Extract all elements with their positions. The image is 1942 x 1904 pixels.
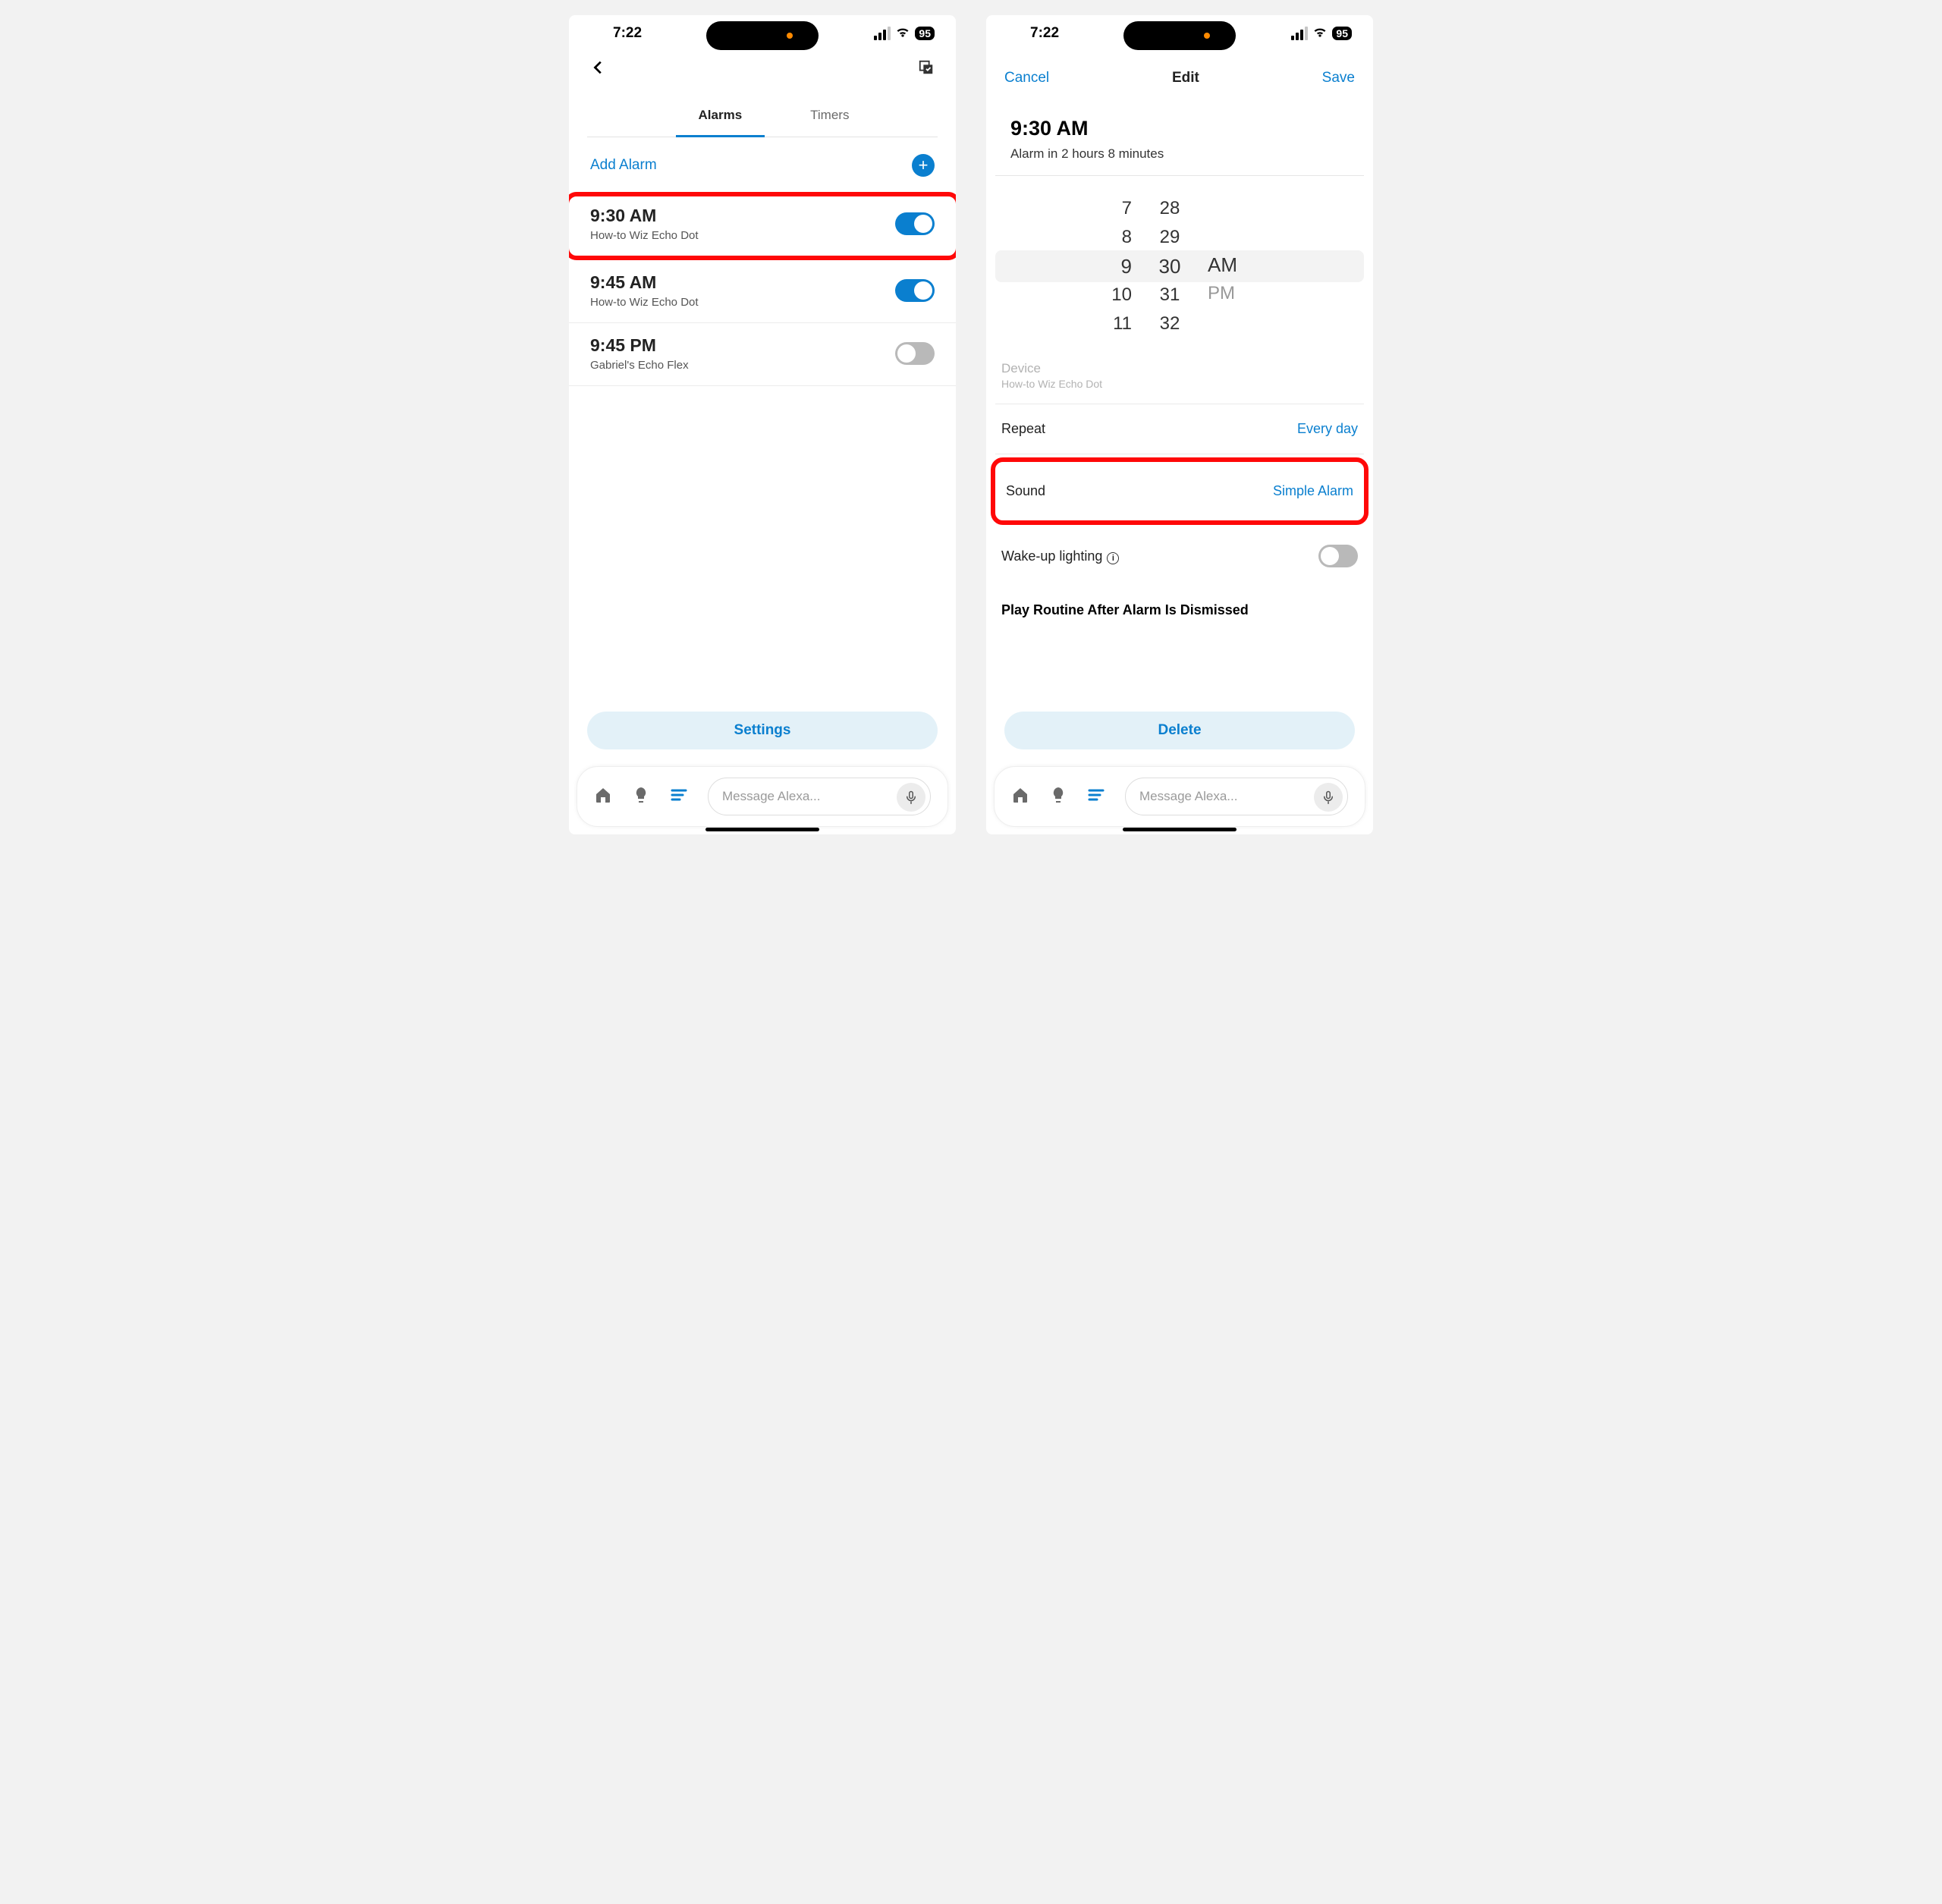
status-right: 95 xyxy=(1291,24,1352,43)
tab-timers[interactable]: Timers xyxy=(810,108,849,137)
status-time: 7:22 xyxy=(613,25,642,42)
save-button[interactable]: Save xyxy=(1322,70,1355,86)
bottom-dock: Message Alexa... xyxy=(577,766,948,827)
sound-row[interactable]: Sound Simple Alarm xyxy=(991,457,1369,525)
tabs: Alarms Timers xyxy=(587,108,938,137)
alarm-time: 9:45 PM xyxy=(590,335,689,356)
lines-icon[interactable] xyxy=(1087,786,1105,808)
wake-lighting-toggle[interactable] xyxy=(1318,545,1358,567)
wake-lighting-row[interactable]: Wake-up lightingi xyxy=(995,528,1364,584)
alarm-device: How-to Wiz Echo Dot xyxy=(590,229,699,242)
wifi-icon xyxy=(1312,24,1328,43)
routine-heading: Play Routine After Alarm Is Dismissed xyxy=(995,584,1364,618)
home-icon[interactable] xyxy=(1011,786,1029,808)
repeat-label: Repeat xyxy=(1001,421,1045,437)
sound-value: Simple Alarm xyxy=(1273,483,1353,499)
home-icon[interactable] xyxy=(594,786,612,808)
add-alarm-row[interactable]: Add Alarm + xyxy=(569,137,956,192)
settings-button[interactable]: Settings xyxy=(587,712,938,749)
dynamic-island xyxy=(1123,21,1236,50)
time-picker[interactable]: 6 7 8 9 10 11 12 27 28 29 30 31 32 33 AM… xyxy=(995,185,1364,337)
alarm-row-2[interactable]: 9:45 PM Gabriel's Echo Flex xyxy=(569,323,956,386)
picker-ampm-col[interactable]: AM PM xyxy=(1208,250,1268,337)
signal-icon xyxy=(1291,27,1308,40)
lines-icon[interactable] xyxy=(670,786,688,808)
mic-icon[interactable] xyxy=(897,783,925,812)
status-bar: 7:22 95 xyxy=(569,15,956,52)
info-icon[interactable]: i xyxy=(1107,552,1119,564)
tab-alarms[interactable]: Alarms xyxy=(676,108,765,137)
nav-bar xyxy=(569,52,956,86)
status-bar: 7:22 95 xyxy=(986,15,1373,52)
edit-alarm-screen: 7:22 95 Cancel Edit Save 9:30 AM Alarm i… xyxy=(986,15,1373,834)
back-button[interactable] xyxy=(590,59,607,80)
bulb-icon[interactable] xyxy=(1049,786,1067,808)
cancel-button[interactable]: Cancel xyxy=(1004,70,1049,86)
alarm-time: 9:45 AM xyxy=(590,272,699,293)
alarm-toggle[interactable] xyxy=(895,342,935,365)
alarm-time: 9:30 AM xyxy=(590,206,699,226)
device-label: Device xyxy=(995,355,1364,378)
dynamic-island xyxy=(706,21,819,50)
bottom-dock: Message Alexa... xyxy=(994,766,1365,827)
home-indicator xyxy=(1123,828,1237,831)
delete-button[interactable]: Delete xyxy=(1004,712,1355,749)
bulb-icon[interactable] xyxy=(632,786,650,808)
picker-min-col[interactable]: 27 28 29 30 31 32 33 xyxy=(1139,185,1200,337)
wifi-icon xyxy=(895,24,910,43)
alarm-row-0[interactable]: 9:30 AM How-to Wiz Echo Dot xyxy=(569,192,956,260)
home-indicator xyxy=(705,828,819,831)
add-alarm-link[interactable]: Add Alarm xyxy=(590,157,657,174)
plus-icon[interactable]: + xyxy=(912,154,935,177)
alexa-placeholder: Message Alexa... xyxy=(1139,789,1237,804)
wake-lighting-label: Wake-up lightingi xyxy=(1001,548,1119,564)
mic-icon[interactable] xyxy=(1314,783,1343,812)
alexa-placeholder: Message Alexa... xyxy=(722,789,820,804)
multi-select-icon[interactable] xyxy=(918,59,935,80)
selected-time: 9:30 AM xyxy=(995,93,1364,143)
alarms-list-screen: 7:22 95 Alarms Timers Add Alarm + 9:30 A… xyxy=(569,15,956,834)
alarm-device: How-to Wiz Echo Dot xyxy=(590,296,699,309)
edit-header: Cancel Edit Save xyxy=(986,52,1373,93)
signal-icon xyxy=(874,27,891,40)
battery-level: 95 xyxy=(915,27,935,40)
repeat-row[interactable]: Repeat Every day xyxy=(995,404,1364,454)
alexa-input[interactable]: Message Alexa... xyxy=(708,778,931,815)
repeat-value: Every day xyxy=(1297,421,1358,437)
status-time: 7:22 xyxy=(1030,25,1059,42)
alarm-row-1[interactable]: 9:45 AM How-to Wiz Echo Dot xyxy=(569,260,956,323)
status-right: 95 xyxy=(874,24,935,43)
countdown-text: Alarm in 2 hours 8 minutes xyxy=(995,143,1364,166)
battery-level: 95 xyxy=(1332,27,1352,40)
device-value: How-to Wiz Echo Dot xyxy=(995,378,1364,404)
alarm-toggle[interactable] xyxy=(895,212,935,235)
alarm-toggle[interactable] xyxy=(895,279,935,302)
page-title: Edit xyxy=(1172,70,1199,86)
sound-label: Sound xyxy=(1006,483,1045,499)
alexa-input[interactable]: Message Alexa... xyxy=(1125,778,1348,815)
picker-hour-col[interactable]: 6 7 8 9 10 11 12 xyxy=(1071,185,1132,337)
alarm-device: Gabriel's Echo Flex xyxy=(590,359,689,372)
